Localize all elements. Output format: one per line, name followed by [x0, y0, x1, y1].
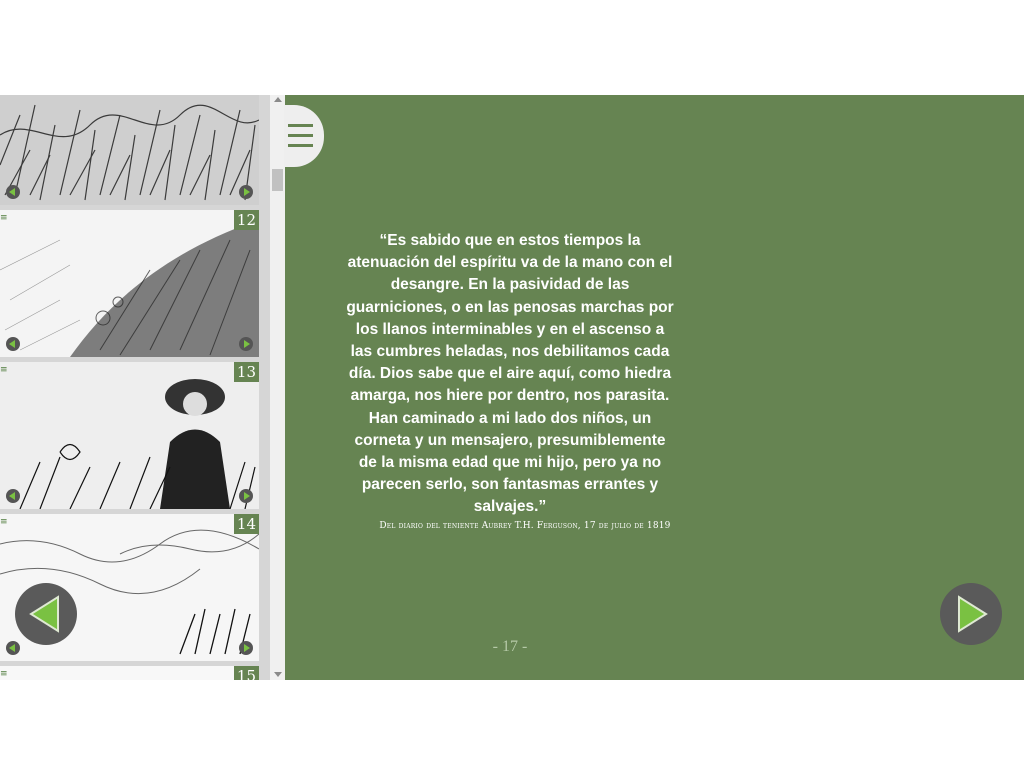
book-page: “Es sabido que en estos tiempos la atenu…	[284, 95, 1024, 680]
thumbnail-page-13[interactable]: ≡ 13	[0, 362, 259, 509]
thumbnail-menu-icon[interactable]: ≡	[0, 518, 8, 527]
thumbnail-menu-icon[interactable]: ≡	[0, 366, 8, 375]
sidebar-scrollbar[interactable]	[270, 95, 285, 680]
thumbnail-next-icon[interactable]	[239, 337, 253, 351]
thumbnail-illustration	[0, 95, 259, 205]
next-page-button[interactable]	[940, 583, 1002, 645]
thumbnail-next-icon[interactable]	[239, 641, 253, 655]
thumbnail-illustration	[0, 362, 259, 509]
previous-page-button[interactable]	[15, 583, 77, 645]
scrollbar-thumb[interactable]	[272, 169, 283, 191]
scroll-down-icon[interactable]	[274, 672, 282, 677]
thumbnail-prev-icon[interactable]	[6, 489, 20, 503]
thumbnail-prev-icon[interactable]	[6, 185, 20, 199]
hamburger-menu-icon	[288, 124, 313, 127]
scroll-up-icon[interactable]	[274, 97, 282, 102]
arrow-left-icon	[29, 595, 59, 633]
thumbnail-prev-icon[interactable]	[6, 337, 20, 351]
thumbnail-page-15[interactable]: ≡ 15	[0, 666, 259, 680]
thumbnail-page-number: 12	[233, 210, 259, 230]
thumbnail-page-12[interactable]: ≡ 12	[0, 210, 259, 357]
thumbnail-page-number: 14	[233, 514, 259, 534]
page-quote: “Es sabido que en estos tiempos la atenu…	[346, 232, 674, 516]
thumbnail-next-icon[interactable]	[239, 185, 253, 199]
thumbnail-menu-icon[interactable]: ≡	[0, 670, 8, 679]
page-number: - 17 -	[492, 638, 528, 655]
hamburger-menu-icon-bar	[288, 134, 313, 137]
thumbnail-page-11[interactable]	[0, 95, 259, 205]
hamburger-menu-icon-bar	[288, 144, 313, 147]
arrow-right-icon	[958, 595, 988, 633]
thumbnail-menu-icon[interactable]: ≡	[0, 214, 8, 223]
thumbnail-illustration	[0, 210, 259, 357]
hamburger-menu-button[interactable]	[284, 105, 324, 167]
quote-attribution: Del diario del teniente Aubrey T.H. Ferg…	[379, 521, 671, 531]
thumbnail-page-number: 13	[233, 362, 259, 382]
thumbnail-page-number: 15	[233, 666, 259, 680]
book-viewer: ≡ 12 ≡ 13 ≡ 14 ≡ 15 “Es sabido que en es…	[0, 95, 1024, 680]
thumbnail-next-icon[interactable]	[239, 489, 253, 503]
thumbnail-illustration	[0, 666, 259, 680]
